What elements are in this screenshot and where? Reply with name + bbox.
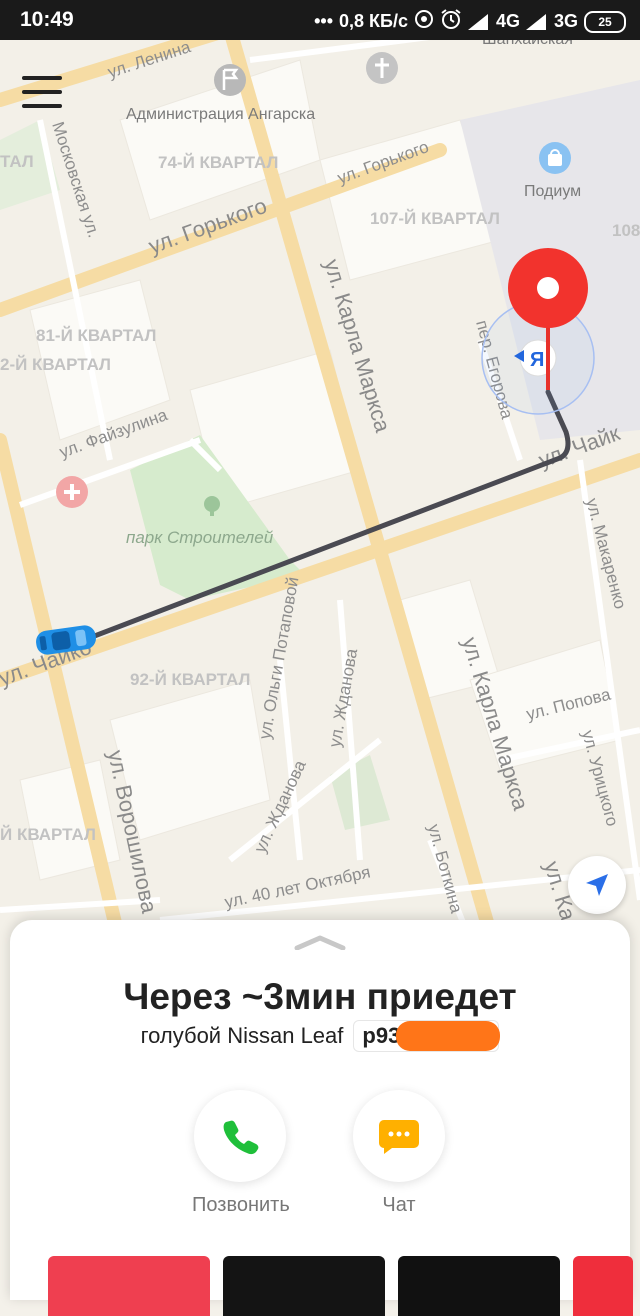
quarter-label: 108 — [612, 221, 640, 240]
license-plate: р93 — [353, 1020, 501, 1052]
top-label: Шанхайская — [482, 40, 573, 48]
status-time: 10:49 — [20, 8, 74, 31]
notification-dots: ••• — [314, 11, 333, 31]
navigation-arrow-icon — [586, 874, 608, 896]
quarter-label: 107-Й КВАРТАЛ — [370, 209, 500, 228]
menu-bar — [22, 76, 62, 80]
user-marker-letter: Я — [530, 349, 544, 371]
car-info: голубой Nissan Leaf р93 — [10, 1020, 630, 1052]
admin-label: Администрация Ангарска — [126, 106, 315, 123]
menu-bar — [22, 104, 62, 108]
podium-label: Подиум — [524, 183, 581, 200]
quarter-label: ТАЛ — [0, 152, 34, 171]
expand-chevron-icon[interactable] — [293, 934, 347, 950]
chat-button[interactable]: Чат — [351, 1090, 447, 1217]
promo-card[interactable] — [48, 1256, 210, 1316]
net-speed: 0,8 КБ/с — [339, 11, 408, 31]
quarter-label: 2-Й КВАРТАЛ — [0, 355, 111, 374]
locate-me-button[interactable] — [568, 856, 626, 914]
menu-bar — [22, 90, 62, 94]
car-description: голубой Nissan Leaf — [140, 1023, 344, 1048]
order-sheet[interactable]: Через ~3мин приедет голубой Nissan Leaf … — [10, 920, 633, 1316]
status-icons: ••• 0,8 КБ/с 4G 3G 25 — [314, 8, 626, 35]
phone-icon — [223, 1120, 259, 1155]
signal-icon-2 — [525, 13, 548, 30]
call-label: Позвонить — [192, 1194, 290, 1216]
call-circle[interactable] — [194, 1090, 286, 1182]
quarter-label: 81-Й КВАРТАЛ — [36, 326, 156, 345]
promo-card[interactable] — [398, 1256, 560, 1316]
battery-icon: 25 — [584, 10, 626, 33]
quarter-label: 74-Й КВАРТАЛ — [158, 153, 278, 172]
admin-poi-icon — [214, 64, 246, 96]
hotspot-icon — [414, 9, 434, 34]
shopping-bag-icon — [539, 142, 571, 174]
chat-label: Чат — [382, 1194, 416, 1216]
alarm-icon — [440, 8, 462, 35]
promo-card[interactable] — [223, 1256, 385, 1316]
plate-redaction — [396, 1021, 501, 1051]
hospital-icon — [56, 476, 88, 508]
eta-title: Через ~3мин приедет — [123, 976, 517, 1017]
promo-card[interactable] — [573, 1256, 633, 1316]
plate-prefix: р93 — [362, 1023, 401, 1048]
church-icon — [366, 52, 398, 84]
quarter-label: 92-Й КВАРТАЛ — [130, 670, 250, 689]
network-4g: 4G — [495, 11, 520, 31]
park-label: парк Строителей — [126, 528, 274, 547]
menu-button[interactable] — [22, 76, 62, 108]
network-3g: 3G — [553, 11, 578, 31]
chat-circle[interactable] — [353, 1090, 445, 1182]
call-button[interactable]: Позвонить — [192, 1090, 290, 1217]
status-bar: 10:49 ••• 0,8 КБ/с 4G 3G 25 — [0, 0, 640, 40]
chat-bubble-icon — [379, 1120, 419, 1154]
signal-icon-1 — [467, 13, 490, 30]
promo-cards-row[interactable] — [48, 1256, 640, 1316]
quarter-label: Й КВАРТАЛ — [0, 825, 96, 844]
